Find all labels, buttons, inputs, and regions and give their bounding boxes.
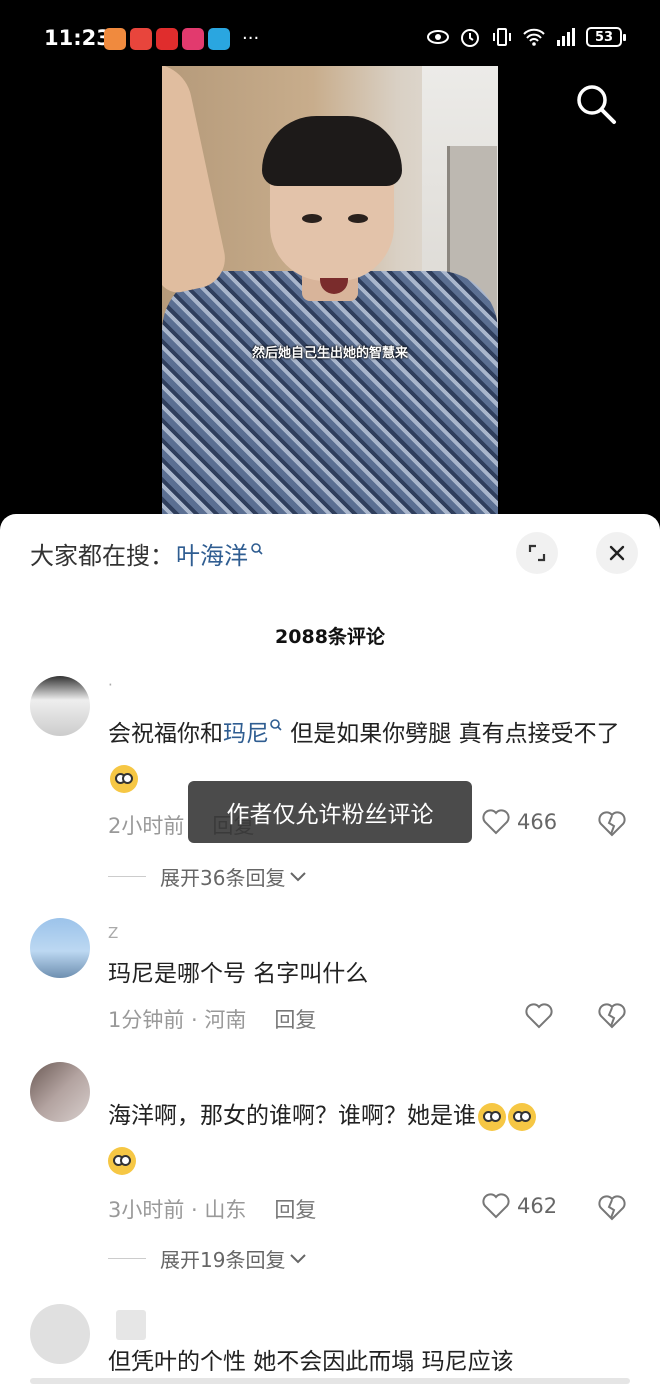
video-person-shirt	[162, 271, 498, 536]
expand-icon	[528, 544, 546, 562]
comment-text: 玛尼是哪个号 名字叫什么	[108, 961, 369, 987]
comment-time: 2小时前	[108, 814, 185, 838]
battery-icon: 53	[586, 27, 626, 47]
reply-button[interactable]: 回复	[274, 1194, 316, 1224]
chevron-down-icon	[290, 871, 307, 881]
expand-button[interactable]	[516, 532, 558, 574]
heart-icon	[482, 809, 510, 835]
username-placeholder	[116, 1310, 146, 1340]
expand-replies-button[interactable]: 展开36条回复	[108, 862, 307, 891]
dizzy-emoji-icon	[508, 1102, 536, 1131]
hot-search-term[interactable]: 叶海洋	[176, 536, 248, 571]
eye-icon	[427, 30, 449, 44]
alarm-icon	[461, 29, 479, 47]
video-person-eye	[302, 214, 322, 223]
confused-emoji-icon	[478, 1102, 506, 1131]
expand-replies-label: 展开19条回复	[160, 1248, 286, 1272]
app-notification-icon	[182, 28, 204, 50]
comment-meta: 3小时前 · 山东 回复	[108, 1194, 316, 1224]
crying-emoji-icon	[110, 764, 138, 793]
app-notification-icon	[156, 28, 178, 50]
comment-input-bar[interactable]	[30, 1378, 630, 1384]
wifi-icon	[523, 28, 545, 46]
dislike-icon[interactable]	[597, 810, 627, 838]
comment-time: 3小时前 · 山东	[108, 1198, 247, 1222]
dislike-icon[interactable]	[597, 1002, 627, 1030]
comment-mention-link[interactable]: 玛尼	[223, 721, 269, 747]
hot-search-bar[interactable]: 大家都在搜： 叶海洋	[30, 536, 264, 571]
video-subtitle: 然后她自己生出她的智慧来	[251, 346, 408, 361]
like-count: 466	[517, 810, 558, 834]
comment-text-part: 会祝福你和	[108, 721, 223, 747]
comments-sheet: 大家都在搜： 叶海洋 2088条评论 · 会祝福你和玛尼 但是如果你劈腿 真有点…	[0, 514, 660, 1386]
comment-username[interactable]: Z	[108, 924, 118, 942]
pleading-emoji-icon	[108, 1146, 136, 1175]
vibrate-icon	[493, 28, 511, 46]
chevron-down-icon	[290, 1253, 307, 1263]
video-person-hand	[162, 66, 231, 297]
app-notification-icon	[208, 28, 230, 50]
video-person-eye	[348, 214, 368, 223]
like-count: 462	[517, 1194, 558, 1218]
heart-icon[interactable]	[524, 1002, 554, 1030]
comment-text-part: 但是如果你劈腿 真有点接受不了	[283, 721, 620, 747]
video-player[interactable]: 然后她自己生出她的智慧来	[0, 66, 660, 536]
system-icons: 53	[426, 26, 626, 48]
notification-icons: ···	[104, 28, 259, 50]
more-notifications-icon: ···	[242, 28, 260, 49]
avatar[interactable]	[30, 918, 90, 978]
hot-search-prefix: 大家都在搜：	[30, 542, 174, 570]
app-notification-icon	[104, 28, 126, 50]
cellular-signal-icon	[557, 28, 575, 46]
like-button[interactable]: 462	[481, 1192, 557, 1220]
avatar[interactable]	[30, 1062, 90, 1122]
small-search-icon	[251, 542, 263, 555]
video-person-hair	[262, 116, 402, 186]
app-notification-icon	[130, 28, 152, 50]
expand-replies-label: 展开36条回复	[160, 866, 286, 890]
dislike-icon[interactable]	[597, 1194, 627, 1222]
status-time: 11:23	[44, 26, 111, 50]
video-frame[interactable]: 然后她自己生出她的智慧来	[162, 66, 498, 536]
expand-replies-button[interactable]: 展开19条回复	[108, 1244, 307, 1273]
toast-message: 作者仅允许粉丝评论	[188, 781, 472, 843]
close-button[interactable]	[596, 532, 638, 574]
close-icon	[609, 545, 625, 561]
avatar[interactable]	[30, 1304, 90, 1364]
like-button[interactable]: 466	[481, 808, 557, 836]
comment-meta: 1分钟前 · 河南 回复	[108, 1004, 316, 1034]
comment-text: 海洋啊，那女的谁啊？谁啊？她是谁	[108, 1094, 628, 1182]
comment-count: 2088条评论	[275, 626, 385, 648]
comment-text-part: 海洋啊，那女的谁啊？谁啊？她是谁	[108, 1103, 476, 1129]
heart-icon	[482, 1193, 510, 1219]
search-icon[interactable]	[572, 80, 618, 126]
comment-username[interactable]: ·	[108, 676, 113, 694]
avatar[interactable]	[30, 676, 90, 736]
small-search-icon	[270, 719, 282, 731]
status-bar: 11:23 ··· 53	[0, 0, 660, 66]
reply-button[interactable]: 回复	[274, 1004, 316, 1034]
comment-time: 1分钟前 · 河南	[108, 1008, 247, 1032]
